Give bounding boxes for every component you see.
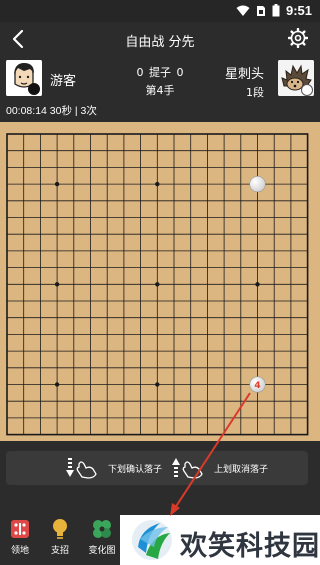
board-grid[interactable]: 4 <box>0 122 320 441</box>
swipe-down-hand-icon <box>66 458 97 479</box>
star-point <box>155 181 160 187</box>
swipe-up-hand-icon <box>172 458 203 479</box>
star-point <box>155 382 160 387</box>
captures-left-value: 0 <box>136 66 144 79</box>
watermark-logo-icon <box>131 520 172 560</box>
swipe-hint-bar: 下划确认落子 上划取消落子 <box>6 451 308 485</box>
stone-white <box>249 175 266 193</box>
star-point <box>155 282 160 287</box>
battery-icon <box>272 4 280 17</box>
status-bar: 9:51 <box>0 0 320 22</box>
player-right-rank: 1段 <box>246 86 264 99</box>
page-title: 自由战 分先 <box>125 35 195 50</box>
star-point <box>54 282 60 287</box>
captures-right-value: 0 <box>176 66 184 79</box>
lightbulb-icon <box>53 519 67 539</box>
last-move-number: 4 <box>254 381 260 391</box>
swipe-down-text: 下划确认落子 <box>108 465 163 475</box>
hint-label: 支招 <box>50 546 69 556</box>
variation-icon <box>93 520 111 538</box>
captures-label: 提子 <box>149 66 171 79</box>
sim-icon <box>256 5 265 16</box>
watermark: 欢笑科技园 <box>120 515 320 565</box>
go-board[interactable]: 4 <box>0 122 320 441</box>
star-point <box>54 382 60 387</box>
territory-button[interactable]: 领地 <box>0 515 40 565</box>
move-number: 第4手 <box>145 84 175 97</box>
territory-icon <box>11 520 29 538</box>
star-point <box>255 282 260 287</box>
swipe-up-text: 上划取消落子 <box>214 465 269 475</box>
capture-counts: 0 提子 0 <box>0 64 320 80</box>
watermark-text: 欢笑科技园 <box>180 531 320 562</box>
clock-text: 9:51 <box>285 3 312 18</box>
hedgehog-avatar-icon <box>278 60 314 96</box>
wifi-icon <box>236 5 250 16</box>
variation-button[interactable]: 变化图 <box>82 515 122 565</box>
hint-button[interactable]: 支招 <box>40 515 80 565</box>
variation-label: 变化图 <box>88 546 116 556</box>
star-point <box>54 181 60 187</box>
game-timer: 00:08:14 30秒 | 3次 <box>6 105 97 117</box>
player-right-avatar[interactable] <box>278 60 314 96</box>
gear-icon[interactable] <box>288 28 308 48</box>
go-game-screen: 9:51 自由战 分先 游客 0 提子 0 第4手 星刺头 1段 00:08:1… <box>0 0 320 565</box>
player-right-name: 星刺头 <box>224 67 264 82</box>
header-bar: 自由战 分先 <box>0 22 320 56</box>
territory-label: 领地 <box>10 546 29 556</box>
